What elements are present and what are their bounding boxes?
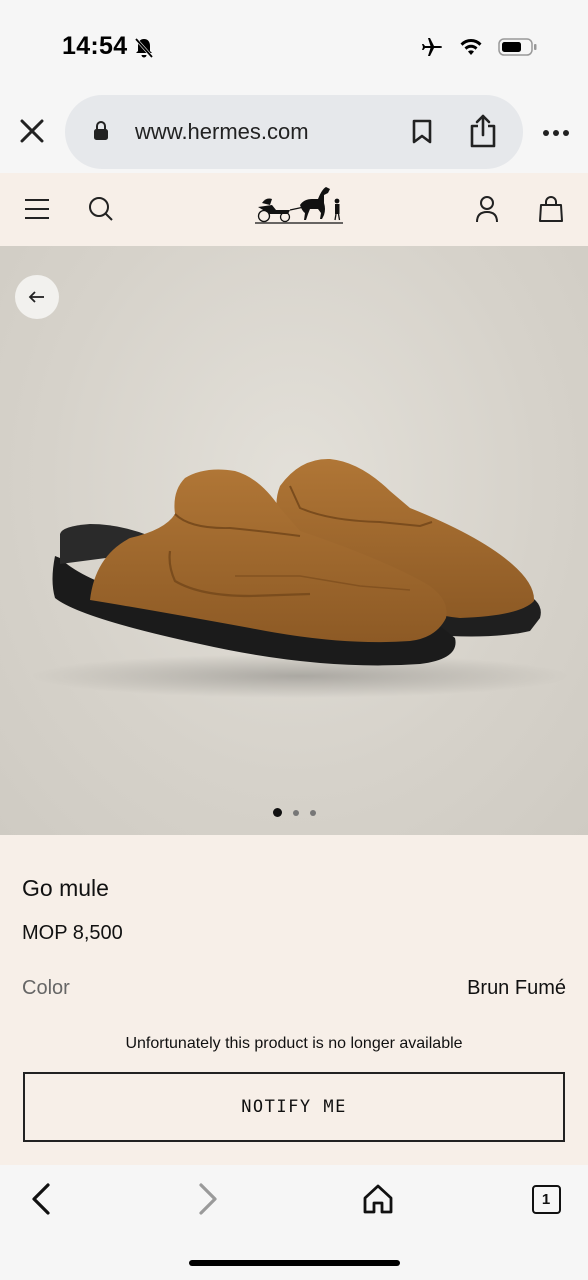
browser-toolbar: 1 — [0, 1165, 588, 1280]
url-text: www.hermes.com — [135, 119, 309, 144]
back-icon[interactable] — [19, 1177, 63, 1221]
color-label: Color — [22, 977, 70, 999]
menu-icon[interactable] — [19, 191, 55, 227]
site-header — [0, 173, 588, 246]
product-info: Go mule MOP 8,500 Color Brun Fumé Unfort… — [0, 835, 588, 1165]
tab-count: 1 — [531, 1184, 561, 1214]
hermes-logo[interactable] — [252, 183, 346, 237]
product-gallery[interactable] — [0, 246, 588, 835]
close-icon[interactable] — [14, 113, 50, 149]
gallery-dot-1[interactable] — [272, 808, 282, 817]
gallery-dot-3[interactable] — [309, 809, 316, 816]
gallery-dots[interactable] — [0, 808, 588, 817]
home-icon[interactable] — [356, 1177, 400, 1221]
address-bar[interactable]: www.hermes.com — [65, 95, 523, 169]
color-value: Brun Fumé — [467, 977, 566, 999]
more-icon[interactable] — [538, 115, 574, 151]
shopping-bag-icon[interactable] — [533, 191, 569, 227]
bookmark-icon[interactable] — [405, 115, 439, 149]
gallery-dot-2[interactable] — [292, 809, 299, 816]
forward-icon[interactable] — [186, 1177, 230, 1221]
browser-address-row: www.hermes.com — [0, 95, 588, 173]
bell-slash-icon — [133, 37, 155, 59]
battery-icon — [498, 37, 538, 57]
notify-me-button[interactable]: NOTIFY ME — [23, 1072, 565, 1142]
wifi-icon — [458, 37, 484, 57]
status-time: 14:54 — [62, 32, 128, 60]
airplane-icon — [420, 35, 444, 59]
home-indicator — [189, 1260, 400, 1266]
lock-icon — [93, 121, 109, 146]
search-icon[interactable] — [83, 191, 119, 227]
availability-message: Unfortunately this product is no longer … — [125, 1035, 463, 1052]
account-icon[interactable] — [469, 191, 505, 227]
product-photo — [30, 458, 570, 698]
share-icon[interactable] — [465, 111, 501, 151]
product-name: Go mule — [22, 875, 109, 901]
tabs-icon[interactable]: 1 — [524, 1177, 568, 1221]
product-price: MOP 8,500 — [22, 922, 123, 944]
status-bar: 14:54 — [0, 0, 588, 95]
